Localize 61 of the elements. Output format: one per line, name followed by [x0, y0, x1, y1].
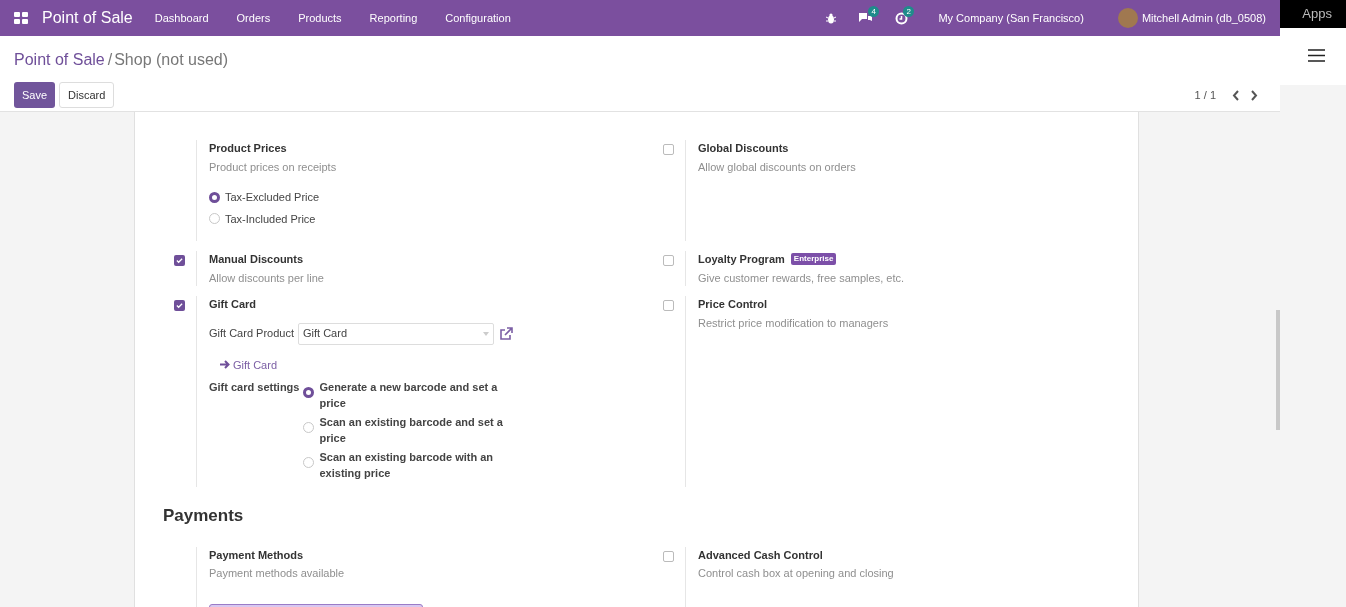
checkbox[interactable] [174, 255, 185, 266]
field-label: Gift card settings [209, 380, 300, 395]
chevron-right-icon[interactable] [1250, 89, 1258, 101]
setting-title: Gift Card [209, 297, 257, 312]
user-menu[interactable]: Mitchell Admin (db_0508) [1141, 9, 1266, 27]
checkbox[interactable] [663, 255, 674, 266]
radio-label[interactable]: Generate a new barcode and set a price [319, 379, 520, 411]
checkbox[interactable] [663, 550, 674, 562]
caret-icon [483, 331, 489, 336]
company-switcher[interactable]: My Company (San Francisco) [938, 9, 1084, 27]
menu-item[interactable]: Configuration [434, 9, 522, 27]
breadcrumb-separator: / [107, 50, 113, 70]
discard-button[interactable]: Discard [59, 82, 115, 108]
setting-description: Payment methods available [209, 566, 346, 581]
setting-title: Advanced Cash Control [698, 547, 823, 563]
menu-icon[interactable] [1308, 49, 1325, 62]
notification-badge: 4 [868, 6, 879, 17]
checkbox[interactable] [174, 300, 185, 311]
setting-title: Global Discounts [698, 141, 789, 156]
setting-title: Manual Discounts [209, 252, 304, 267]
menu-item[interactable]: Orders [225, 9, 282, 27]
radio-button[interactable] [303, 387, 315, 398]
radio-label[interactable]: Scan an existing barcode and set a price [319, 414, 520, 446]
chat-icon[interactable] [858, 12, 874, 24]
setting-description: Product prices on receipts [209, 159, 337, 175]
notification-badge: 2 [903, 5, 914, 17]
pager-value: 1 / 1 [1194, 87, 1216, 103]
setting-title: Payment Methods [209, 547, 304, 563]
product-select[interactable]: Gift Card [298, 322, 494, 345]
setting-title: Loyalty Program [698, 252, 785, 267]
menu-item[interactable]: Products [287, 9, 353, 27]
app-title[interactable]: Point of Sale [42, 6, 133, 30]
save-button[interactable]: Save [14, 82, 56, 108]
setting-description: Control cash box at opening and closing [698, 566, 894, 581]
setting-title: Product Prices [209, 141, 287, 156]
enterprise-badge: Enterprise [790, 253, 837, 266]
radio-label[interactable]: Tax-Included Price [225, 210, 316, 227]
gift-card-link[interactable]: Gift Card [220, 356, 520, 373]
scrollbar[interactable] [1276, 310, 1280, 430]
section-heading: Payments [163, 505, 245, 527]
setting-description: Allow global discounts on orders [698, 159, 856, 175]
menu-item[interactable]: Reporting [358, 9, 429, 27]
checkbox[interactable] [663, 300, 674, 311]
apps-grid-icon[interactable] [14, 12, 28, 24]
clock-icon[interactable] [895, 11, 909, 25]
arrow-right-icon [220, 360, 230, 370]
setting-title: Price Control [698, 297, 768, 312]
radio-button[interactable] [209, 191, 220, 203]
external-link-icon[interactable] [498, 325, 514, 342]
checkbox[interactable] [663, 144, 674, 155]
menu-item[interactable]: Dashboard [143, 9, 220, 27]
setting-description: Allow discounts per line [209, 270, 324, 286]
breadcrumb-link[interactable]: Point of Sale [14, 48, 105, 72]
radio-label[interactable]: Tax-Excluded Price [225, 189, 320, 206]
setting-description: Give customer rewards, free samples, etc. [698, 270, 904, 286]
breadcrumb-current: Shop (not used) [114, 50, 229, 70]
field-label: Gift Card Product [209, 326, 294, 342]
bug-icon[interactable] [826, 12, 837, 24]
setting-description: Restrict price modification to managers [698, 315, 889, 331]
chevron-left-icon[interactable] [1232, 89, 1240, 101]
radio-label[interactable]: Scan an existing barcode with an existing price [319, 449, 520, 481]
